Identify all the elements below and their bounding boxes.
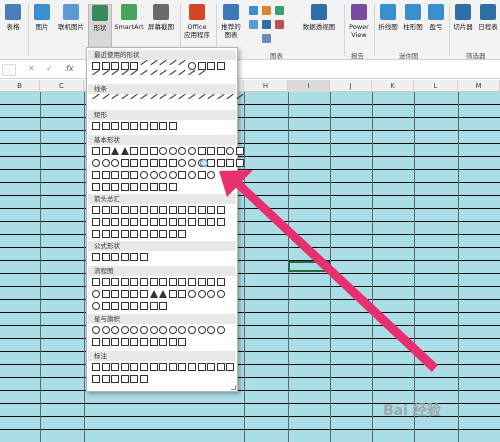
- annotation-arrow: [219, 170, 438, 372]
- baidu-watermark: Bai 经验: [383, 403, 441, 419]
- arrow-shaft: [233, 178, 438, 372]
